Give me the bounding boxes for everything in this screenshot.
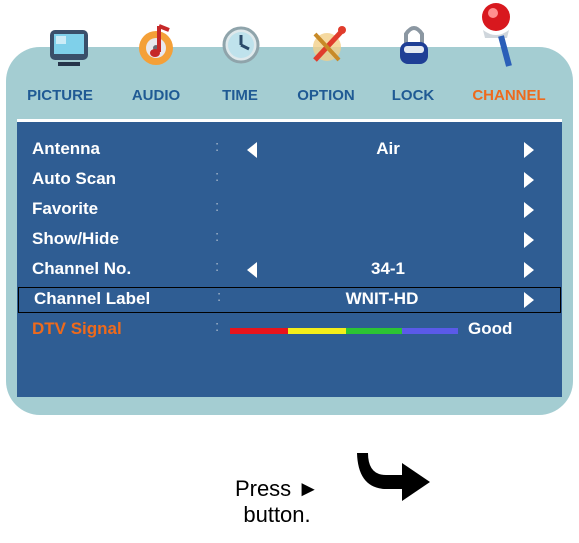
row-value: Air: [376, 139, 400, 158]
clock-icon[interactable]: [216, 0, 266, 78]
menu-row-auto-scan[interactable]: Auto Scan :: [17, 168, 562, 192]
signal-segment-yellow: [288, 328, 346, 334]
signal-segment-blue: [402, 328, 458, 334]
row-label: Channel No.: [32, 259, 132, 278]
right-arrow-icon[interactable]: [524, 292, 534, 308]
row-colon: :: [215, 318, 220, 335]
wrench-screwdriver-icon[interactable]: [303, 0, 353, 78]
press-instruction: Press ► button.: [212, 476, 342, 528]
left-arrow-icon[interactable]: [247, 262, 257, 278]
menu-row-show-hide[interactable]: Show/Hide :: [17, 228, 562, 252]
menu-row-dtv-signal: DTV Signal : Good: [17, 318, 562, 342]
tab-audio[interactable]: AUDIO: [123, 87, 189, 104]
signal-strength-bar: [230, 328, 458, 334]
right-arrow-icon[interactable]: [524, 172, 534, 188]
row-label: Favorite: [32, 199, 99, 218]
curved-arrow-icon: [354, 451, 434, 516]
row-label: Auto Scan: [32, 169, 117, 188]
row-value: 34-1: [370, 259, 406, 278]
tab-lock[interactable]: LOCK: [384, 87, 442, 104]
right-arrow-icon[interactable]: [524, 202, 534, 218]
signal-segment-red: [230, 328, 288, 334]
row-colon: :: [215, 198, 220, 215]
row-label: DTV Signal: [32, 319, 122, 338]
signal-segment-green: [346, 328, 402, 334]
right-arrow-icon[interactable]: [524, 142, 534, 158]
row-colon: :: [215, 258, 220, 275]
row-colon: :: [217, 288, 222, 305]
row-value: WNIT-HD: [345, 289, 419, 308]
menu-row-antenna[interactable]: Antenna : Air: [17, 138, 562, 162]
row-label: Channel Label: [34, 289, 151, 308]
instruction-line-1: Press ►: [234, 476, 320, 501]
row-label: Show/Hide: [32, 229, 119, 248]
instruction-line-2: button.: [243, 502, 311, 527]
row-colon: :: [215, 228, 220, 245]
tab-channel[interactable]: CHANNEL: [462, 87, 556, 104]
tab-picture[interactable]: PICTURE: [4, 87, 116, 104]
menu-row-channel-label[interactable]: Channel Label : WNIT-HD: [18, 287, 561, 313]
menu-row-favorite[interactable]: Favorite :: [17, 198, 562, 222]
row-colon: :: [215, 138, 220, 155]
right-arrow-icon[interactable]: [524, 232, 534, 248]
music-note-icon[interactable]: [131, 0, 181, 78]
channel-menu-panel: Antenna : Air Auto Scan : Favorite : Sho…: [17, 119, 562, 397]
tab-option[interactable]: OPTION: [284, 87, 368, 104]
row-colon: :: [215, 168, 220, 185]
tab-time[interactable]: TIME: [210, 87, 270, 104]
right-arrow-icon[interactable]: [524, 262, 534, 278]
tv-picture-icon[interactable]: [44, 0, 94, 78]
row-label: Antenna: [32, 139, 100, 158]
magnifier-icon[interactable]: [471, 0, 521, 78]
menu-row-channel-no[interactable]: Channel No. : 34-1: [17, 258, 562, 282]
padlock-icon[interactable]: [389, 0, 439, 78]
signal-quality-text: Good: [468, 319, 513, 338]
left-arrow-icon[interactable]: [247, 142, 257, 158]
